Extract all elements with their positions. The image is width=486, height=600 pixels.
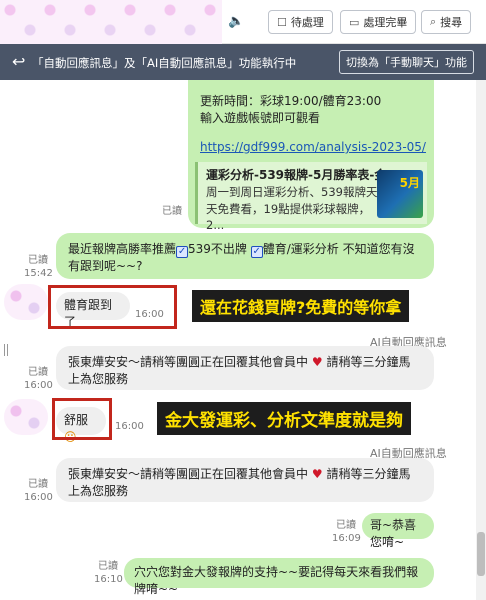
thumbnail-label: 5月 [399,176,420,190]
message-text: 張東燁安安～請稍等團圓正在回覆其他會員中 [68,355,309,369]
message-time: 16:00 [24,492,53,503]
read-receipt: 已讀 [336,520,356,531]
message-time: 15:42 [24,268,53,279]
promo-banner: 金大發運彩、分析文準度就是夠 [157,402,411,435]
checkbox-emoji-icon: ✓ [250,246,263,258]
top-bar: 🔈 ☐ 待處理 ▭ 處理完畢 ⌕ 搜尋 [0,0,486,44]
message-time: 16:10 [94,574,123,585]
preview-thumbnail: 5月 [377,170,423,218]
scrollbar-thumb[interactable] [477,532,485,576]
switch-manual-chat-button[interactable]: 切換為「手動聊天」功能 [339,50,474,74]
message-line: 更新時間：彩球19:00/體育23:00 [200,94,382,108]
chat-message-ai: 張東燁安安～請稍等團圓正在回覆其他會員中 ♥ 請稍等三分鐘馬上為您服務 [56,458,434,502]
search-button[interactable]: ⌕ 搜尋 [421,10,472,34]
chat-message-outgoing: 穴穴您對金大發報牌的支持~~要記得每天來看我們報牌唷~~ [124,558,434,596]
chat-area[interactable]: 更新時間：彩球19:00/體育23:00 輸入遊戲帳號即可觀看 https://… [0,80,486,600]
heart-icon: ♥ [311,355,323,369]
read-receipt: 已讀 [98,561,118,572]
message-line: 輸入遊戲帳號即可觀看 [200,111,321,125]
message-time: 16:09 [332,533,361,544]
done-button[interactable]: ▭ 處理完畢 [340,10,417,34]
message-text: 539不出牌 [188,242,247,256]
speaker-icon[interactable]: 🔈 [228,14,244,29]
read-receipt: 已讀 [28,479,48,490]
drag-handle-icon[interactable] [4,344,8,356]
checkbox-icon: ☐ [277,15,287,29]
heart-icon: ♥ [311,467,323,481]
read-receipt: 已讀 [28,367,48,378]
promo-banner: 還在花錢買牌?免費的等你拿 [192,290,410,322]
chat-message-outgoing: 哥~恭喜您唷~ [362,513,434,549]
chat-message-ai: 張東燁安安～請稍等團圓正在回覆其他會員中 ♥ 請稍等三分鐘馬上為您服務 [56,346,434,390]
chat-message-outgoing: 最近報牌高勝率推薦 ✓ 539不出牌 ✓ 體育/運彩分析 不知道您有沒有跟到呢~~? [56,233,434,279]
message-time: 16:00 [115,421,144,432]
message-link[interactable]: https://gdf999.com/analysis-2023-05/ [200,139,426,156]
avatar[interactable] [4,284,48,320]
avatar[interactable] [4,399,48,435]
scrollbar-track[interactable] [476,80,486,600]
chat-header-avatar [0,0,222,44]
checkbox-emoji-icon: ✓ [176,246,189,258]
chat-icon: ▭ [349,15,360,29]
back-arrow-icon[interactable]: ↩ [12,52,25,71]
preview-description: 周一到周日運彩分析、539報牌天天免費看，19點提供彩球報牌，2... [206,185,378,233]
status-bar: ↩ 「自動回應訊息」及「AI自動回應訊息」功能執行中 切換為「手動聊天」功能 [0,44,486,80]
pending-button[interactable]: ☐ 待處理 [268,10,333,34]
status-text: 「自動回應訊息」及「AI自動回應訊息」功能執行中 [32,56,297,70]
search-icon: ⌕ [430,15,437,28]
message-text: 張東燁安安～請稍等團圓正在回覆其他會員中 [68,467,309,481]
highlight-box [52,398,112,440]
read-receipt: 已讀 [162,206,182,217]
highlight-box [48,285,177,329]
preview-title: 運彩分析-539報牌-5月勝率表-金... [206,168,388,182]
message-time: 16:00 [24,380,53,391]
link-preview-card[interactable]: 運彩分析-539報牌-5月勝率表-金... 周一到周日運彩分析、539報牌天天免… [195,162,427,232]
read-receipt: 已讀 [28,255,48,266]
message-text: 最近報牌高勝率推薦 [68,242,177,256]
